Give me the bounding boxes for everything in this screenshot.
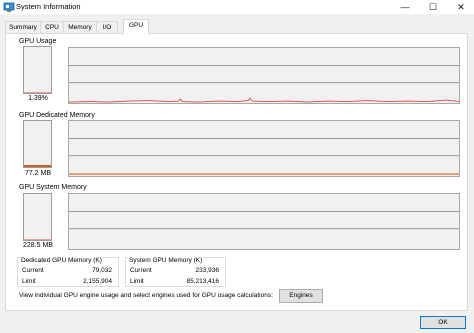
minimize-button[interactable]: —: [392, 0, 418, 14]
maximize-button[interactable]: ☐: [420, 0, 446, 14]
gpu-usage-meter-fill: [24, 92, 51, 93]
gpu-system-memory-value: 228.5 MB: [23, 242, 53, 249]
gpu-dedicated-memory-meter-fill: [24, 165, 51, 167]
system-gpu-memory-title: System GPU Memory (K): [128, 257, 204, 264]
gpu-dedicated-memory-meter: [23, 120, 52, 168]
close-button[interactable]: ✕: [448, 0, 474, 14]
gpu-usage-graph: [68, 47, 460, 104]
dedicated-current-label: Current: [22, 267, 44, 274]
tab-summary[interactable]: Summary: [5, 21, 41, 33]
dedicated-gpu-memory-title: Dedicated GPU Memory (K): [20, 257, 103, 264]
system-current-label: Current: [130, 267, 152, 274]
gpu-dedicated-memory-value: 77.2 MB: [24, 170, 52, 177]
gpu-system-memory-label: GPU System Memory: [19, 184, 87, 191]
gpu-usage-value: 1.39%: [28, 95, 48, 102]
tab-memory[interactable]: Memory: [63, 21, 97, 33]
system-current-value: 233,936: [195, 267, 220, 274]
system-information-icon: [3, 2, 15, 12]
system-limit-value: 85,213,416: [186, 278, 219, 285]
gpu-usage-label: GPU Usage: [19, 38, 57, 45]
gpu-dedicated-memory-graph: [68, 120, 460, 177]
system-gpu-memory-group: System GPU Memory (K) Current 233,936 Li…: [125, 257, 226, 287]
engine-hint-text: View individual GPU engine usage and sel…: [19, 292, 273, 299]
engines-button[interactable]: Engines: [279, 289, 323, 303]
dedicated-current-value: 79,032: [92, 267, 112, 274]
gpu-system-memory-meter-fill: [24, 239, 51, 240]
gpu-system-memory-graph: [68, 193, 460, 250]
dedicated-gpu-memory-group: Dedicated GPU Memory (K) Current 79,032 …: [17, 257, 119, 287]
ok-button[interactable]: OK: [420, 316, 466, 329]
tab-gpu[interactable]: GPU: [123, 19, 149, 34]
system-limit-label: Limit: [130, 278, 144, 285]
gpu-dedicated-memory-label: GPU Dedicated Memory: [19, 112, 95, 119]
tab-io[interactable]: I/O: [96, 21, 118, 33]
dedicated-limit-value: 2,155,904: [83, 278, 112, 285]
window-title: System Information: [16, 2, 81, 11]
title-bar[interactable]: System Information — ☐ ✕: [0, 0, 474, 14]
gpu-system-memory-meter: [23, 193, 52, 241]
dedicated-limit-label: Limit: [22, 278, 36, 285]
gpu-usage-meter: [23, 46, 52, 94]
tab-cpu[interactable]: CPU: [40, 21, 64, 33]
gpu-usage-trace: [69, 97, 459, 103]
